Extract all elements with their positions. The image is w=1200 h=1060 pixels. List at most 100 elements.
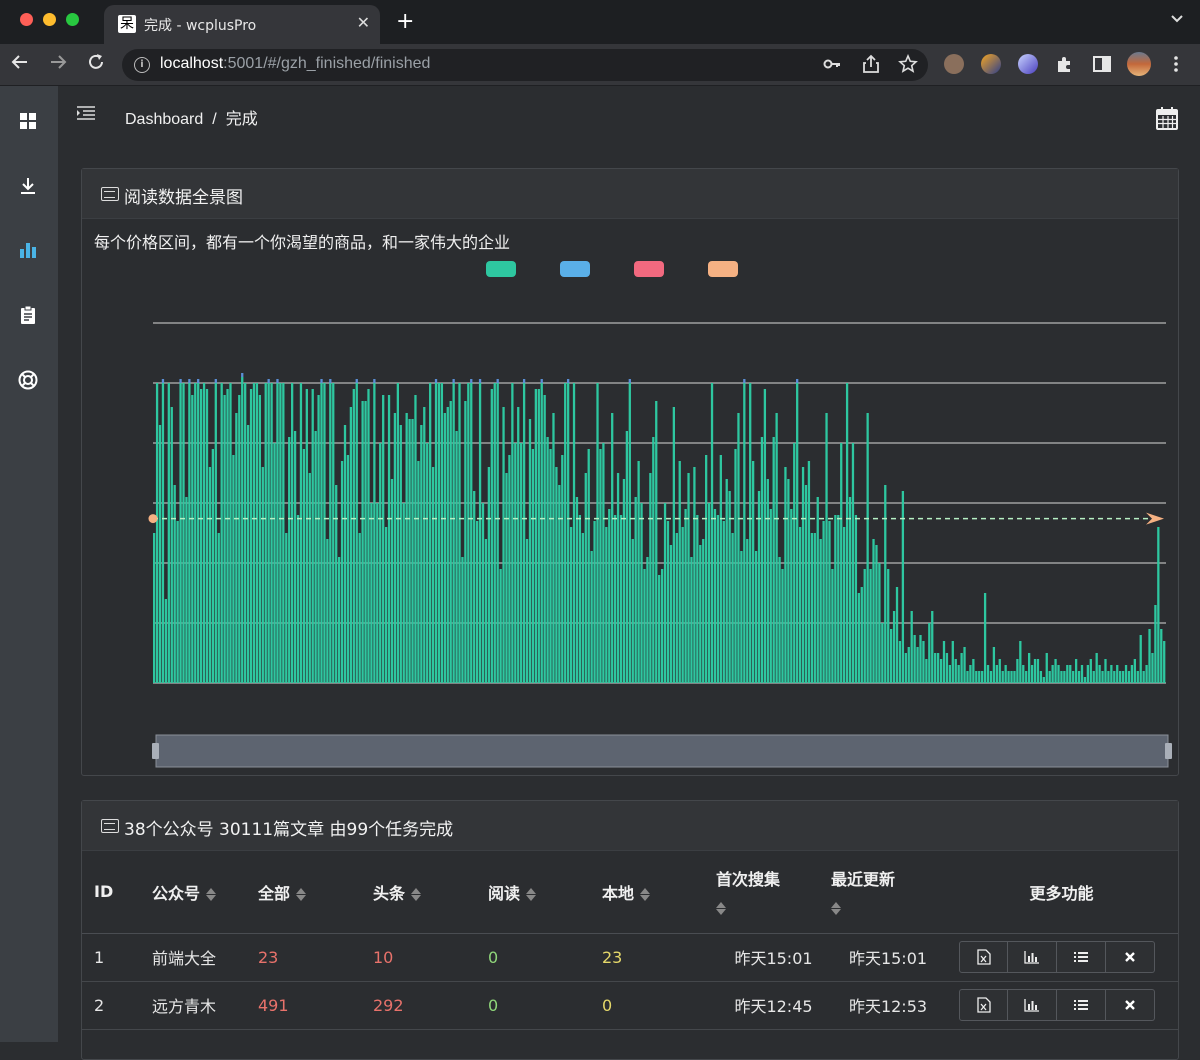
chart-bar — [426, 443, 429, 683]
tab-close-icon[interactable]: ✕ — [357, 13, 370, 32]
sort-icon[interactable] — [206, 887, 217, 902]
delete-button[interactable] — [1106, 941, 1155, 973]
table-panel-header: 38个公众号 30111篇文章 由99个任务完成 — [82, 801, 1178, 851]
column-local[interactable]: 本地 — [602, 851, 716, 934]
list-button[interactable] — [1057, 989, 1106, 1021]
chart-bar — [619, 515, 623, 683]
tab-search-chevron-icon[interactable] — [1170, 12, 1184, 28]
chart-bar — [907, 647, 910, 683]
chart-bar — [446, 407, 449, 683]
chart-bar — [772, 437, 775, 683]
breadcrumb: Dashboard / 完成 — [125, 105, 258, 129]
chart-bar-overflow — [796, 379, 799, 383]
cell-first-collected: 昨天12:45 — [716, 981, 831, 1030]
chart-bar — [611, 413, 614, 683]
chart-bar — [205, 389, 209, 683]
browser-tab[interactable]: 呆 完成 - wcplusPro ✕ — [104, 5, 380, 44]
breadcrumb-dashboard-link[interactable]: Dashboard — [125, 111, 203, 128]
chart-bar — [637, 461, 640, 683]
extension-spy-icon[interactable] — [944, 54, 964, 74]
chart-bar — [572, 383, 576, 683]
table-row[interactable]: 2 远方青木 491 292 0 0 昨天12:45 昨天12:53 — [82, 981, 1178, 1030]
download-icon[interactable] — [17, 175, 39, 197]
chart-bar — [816, 497, 819, 683]
excel-button[interactable] — [959, 941, 1008, 973]
bookmark-star-icon[interactable] — [898, 53, 918, 78]
cell-id: 1 — [82, 933, 140, 982]
new-tab-button[interactable]: + — [396, 9, 414, 35]
chart-bar — [746, 539, 749, 683]
chart-bar — [467, 383, 470, 683]
menu-toggle-icon[interactable] — [76, 106, 96, 122]
chart-bar — [655, 401, 658, 683]
chart-button[interactable] — [1008, 989, 1057, 1021]
chart-bar — [343, 425, 347, 683]
sort-icon[interactable] — [831, 901, 841, 916]
list-button[interactable] — [1057, 941, 1106, 973]
sort-icon[interactable] — [716, 901, 726, 916]
chart-bar — [473, 491, 476, 683]
extension-wave-icon[interactable] — [1018, 54, 1038, 74]
chart-bar — [229, 383, 232, 683]
dashboard-grid-icon[interactable] — [17, 110, 39, 132]
chart-bar — [784, 467, 787, 683]
sort-icon[interactable] — [296, 887, 307, 902]
chart-bar — [1104, 659, 1107, 683]
share-icon[interactable] — [862, 54, 880, 78]
chart-bar — [693, 467, 696, 683]
chart-bar — [185, 497, 188, 683]
close-window-button[interactable] — [20, 13, 33, 26]
forward-arrow-icon[interactable] — [48, 52, 68, 77]
bar-chart-icon[interactable] — [17, 239, 39, 261]
extensions-puzzle-icon[interactable] — [1055, 54, 1075, 74]
sort-icon[interactable] — [411, 887, 422, 902]
chart-bar — [443, 413, 446, 683]
profile-avatar[interactable] — [1127, 52, 1151, 76]
chart-bar — [1028, 653, 1031, 683]
column-read[interactable]: 阅读 — [488, 851, 602, 934]
chart-bar — [716, 515, 720, 683]
clipboard-icon[interactable] — [17, 304, 39, 326]
chart-bar — [429, 383, 432, 683]
chart-bar — [246, 425, 250, 683]
sort-icon[interactable] — [526, 887, 537, 902]
chart-bar — [220, 383, 223, 683]
column-headline[interactable]: 头条 — [373, 851, 488, 934]
table-row[interactable]: 1 前端大全 23 10 0 23 昨天15:01 昨天15:01 — [82, 933, 1178, 982]
chart-button[interactable] — [1008, 941, 1057, 973]
lifebuoy-icon[interactable] — [17, 369, 39, 391]
key-icon[interactable] — [822, 54, 842, 78]
chart-bar — [690, 557, 693, 683]
chart-bar — [1036, 659, 1040, 683]
chart-bar — [919, 635, 922, 683]
breadcrumb-separator: / — [212, 111, 217, 128]
maximize-window-button[interactable] — [66, 13, 79, 26]
chart-bar-overflow — [434, 379, 438, 383]
chart-bar — [775, 413, 778, 683]
column-first-collected[interactable]: 首次搜集 — [716, 851, 831, 934]
side-panel-icon[interactable] — [1092, 54, 1112, 74]
sort-icon[interactable] — [640, 887, 651, 902]
site-info-icon[interactable]: i — [134, 57, 150, 73]
browser-menu-icon[interactable] — [1166, 54, 1186, 74]
reload-icon[interactable] — [86, 52, 106, 77]
chart-bar — [625, 431, 629, 683]
chart-bar — [308, 473, 311, 683]
chart-bar — [872, 539, 875, 683]
chart-bar — [942, 641, 946, 683]
calendar-icon[interactable] — [1156, 106, 1178, 130]
delete-button[interactable] — [1106, 989, 1155, 1021]
chart-bar — [282, 383, 285, 683]
minimize-window-button[interactable] — [43, 13, 56, 26]
column-all[interactable]: 全部 — [258, 851, 373, 934]
chart-bar — [751, 461, 755, 683]
chart-bar — [992, 647, 996, 683]
address-bar[interactable]: i localhost:5001/#/gzh_finished/finished — [122, 49, 928, 81]
column-account[interactable]: 公众号 — [140, 851, 258, 934]
chart-bar — [981, 671, 984, 683]
extension-flame-icon[interactable] — [981, 54, 1001, 74]
back-arrow-icon[interactable] — [10, 52, 30, 77]
chart-bar — [567, 383, 570, 683]
column-last-updated[interactable]: 最近更新 — [831, 851, 945, 934]
excel-button[interactable] — [959, 989, 1008, 1021]
